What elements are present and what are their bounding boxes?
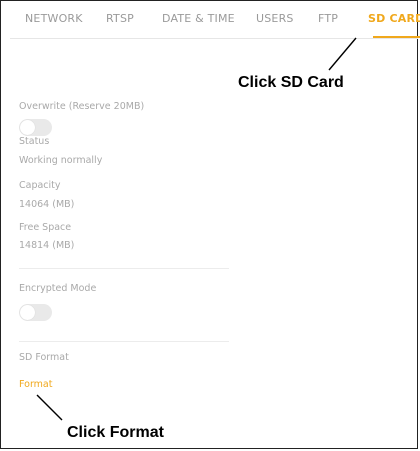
sd-card-pointer-line: [328, 37, 357, 71]
click-sd-card-callout: Click SD Card: [238, 74, 344, 91]
click-format-callout: Click Format: [67, 424, 164, 441]
callout-pointers: [36, 37, 357, 421]
format-pointer-line: [36, 394, 63, 421]
